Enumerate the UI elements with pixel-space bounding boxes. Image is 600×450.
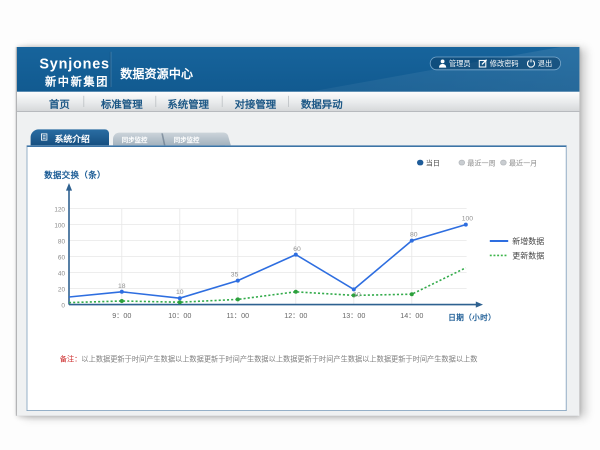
svg-text:14：00: 14：00 [400,311,423,320]
svg-text:40: 40 [58,270,66,277]
svg-text:13：00: 13：00 [342,311,365,320]
svg-text:10: 10 [353,292,361,299]
svg-text:10：00: 10：00 [168,311,191,320]
svg-text:新增数据: 新增数据 [512,236,544,246]
svg-text:11：00: 11：00 [226,311,249,320]
svg-text:80: 80 [58,238,66,245]
svg-text:0: 0 [61,302,65,309]
svg-text:20: 20 [58,286,66,293]
svg-text:35: 35 [231,272,239,279]
svg-text:60: 60 [58,254,66,261]
svg-text:9：00: 9：00 [112,311,131,320]
svg-text:10: 10 [176,289,184,296]
svg-text:100: 100 [54,222,65,229]
svg-text:18: 18 [118,283,126,290]
svg-text:120: 120 [54,206,65,213]
svg-text:80: 80 [410,232,418,239]
svg-text:100: 100 [462,216,474,223]
svg-text:60: 60 [293,246,301,253]
svg-text:12：00: 12：00 [284,311,307,320]
svg-text:日期（小时）: 日期（小时） [448,312,496,322]
svg-text:更新数据: 更新数据 [512,251,544,261]
